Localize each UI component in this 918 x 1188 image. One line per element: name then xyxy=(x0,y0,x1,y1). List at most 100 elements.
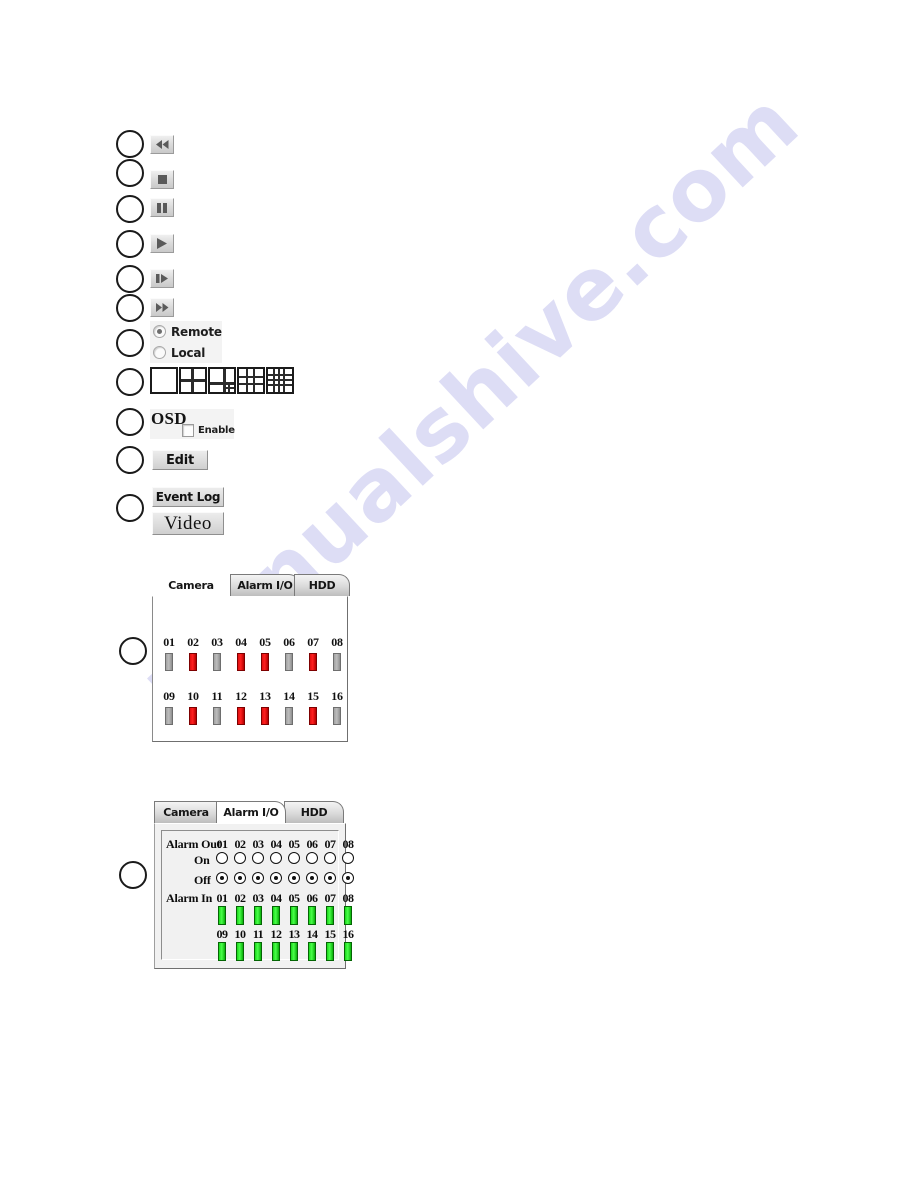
radio-local-icon[interactable] xyxy=(153,346,166,359)
alarm-out-off-radio-02[interactable] xyxy=(234,872,246,884)
alarm-in-bar-14 xyxy=(308,942,316,961)
alarm-out-channel-08: 08 xyxy=(342,837,355,851)
camera-channel-number: 08 xyxy=(331,635,343,649)
camera-channel-15[interactable]: 15 xyxy=(301,689,325,725)
split-1-icon[interactable] xyxy=(150,367,178,394)
stop-button[interactable] xyxy=(150,170,174,189)
camera-channel-number: 01 xyxy=(163,635,175,649)
camera-channel-16[interactable]: 16 xyxy=(325,689,349,725)
osd-group: OSD Enable xyxy=(150,409,235,439)
alarm-in-bar-cell xyxy=(285,942,303,961)
camera-channel-03[interactable]: 03 xyxy=(205,635,229,671)
split-4-icon[interactable] xyxy=(179,367,207,394)
alarm-in-channel-05: 05 xyxy=(288,891,301,905)
alarm-panel-tabstrip: Camera Alarm I/O HDD xyxy=(154,801,346,823)
camera-channel-07[interactable]: 07 xyxy=(301,635,325,671)
alarm-in-bar-cell xyxy=(303,942,321,961)
step-forward-button[interactable] xyxy=(150,269,174,288)
split-6-icon[interactable] xyxy=(208,367,236,394)
tab-alarm-io-2[interactable]: Alarm I/O xyxy=(216,801,286,823)
tab-camera-2[interactable]: Camera xyxy=(154,801,218,823)
camera-channel-08[interactable]: 08 xyxy=(325,635,349,671)
tab-hdd[interactable]: HDD xyxy=(294,574,350,596)
camera-channel-number: 11 xyxy=(211,689,223,703)
callout-step xyxy=(116,265,144,293)
split-16-icon[interactable] xyxy=(266,367,294,394)
alarm-out-off-radio-01[interactable] xyxy=(216,872,228,884)
camera-status-bar xyxy=(237,653,245,671)
alarm-out-on-radio-01[interactable] xyxy=(216,852,228,864)
alarm-in-bar-cell xyxy=(321,906,339,925)
pause-button[interactable] xyxy=(150,198,174,217)
alarm-in-bar-16 xyxy=(344,942,352,961)
alarm-out-on-radio-06[interactable] xyxy=(306,852,318,864)
alarm-in-bar-cell xyxy=(267,942,285,961)
camera-channel-number: 14 xyxy=(283,689,295,703)
camera-channel-06[interactable]: 06 xyxy=(277,635,301,671)
rewind-button[interactable] xyxy=(150,135,174,154)
alarm-out-off-radio-07[interactable] xyxy=(324,872,336,884)
alarm-in-bar-10 xyxy=(236,942,244,961)
alarm-in-channel-11: 11 xyxy=(252,927,264,941)
camera-panel-body: 01 02 03 04 05 06 07 08 09 10 11 12 13 14 15 16 xyxy=(152,596,348,742)
alarm-in-channel-10: 10 xyxy=(234,927,247,941)
fast-forward-button[interactable] xyxy=(150,298,174,317)
source-option-local[interactable]: Local xyxy=(150,342,222,363)
alarm-out-off-cell xyxy=(213,872,231,884)
osd-enable-checkbox[interactable] xyxy=(182,424,194,437)
alarm-out-channel-numbers: 01 02 03 04 05 06 07 08 xyxy=(213,837,357,852)
alarm-out-channel-02: 02 xyxy=(234,837,247,851)
camera-channel-04[interactable]: 04 xyxy=(229,635,253,671)
alarm-in-bar-cell xyxy=(249,942,267,961)
alarm-out-on-radio-03[interactable] xyxy=(252,852,264,864)
camera-status-bar xyxy=(261,653,269,671)
camera-channel-05[interactable]: 05 xyxy=(253,635,277,671)
tab-alarm-io[interactable]: Alarm I/O xyxy=(230,574,300,596)
camera-channel-09[interactable]: 09 xyxy=(157,689,181,725)
camera-panel-tabstrip: Camera Alarm I/O HDD xyxy=(152,574,350,596)
alarm-out-off-radio-05[interactable] xyxy=(288,872,300,884)
camera-status-bar xyxy=(213,653,221,671)
tab-hdd-2[interactable]: HDD xyxy=(284,801,344,823)
edit-button[interactable]: Edit xyxy=(152,450,208,470)
camera-status-bar xyxy=(165,707,173,725)
alarm-out-on-cell xyxy=(303,852,321,864)
alarm-out-on-radio-05[interactable] xyxy=(288,852,300,864)
alarm-out-on-radio-02[interactable] xyxy=(234,852,246,864)
alarm-out-off-radio-06[interactable] xyxy=(306,872,318,884)
alarm-out-off-radio-03[interactable] xyxy=(252,872,264,884)
alarm-out-off-radio-08[interactable] xyxy=(342,872,354,884)
alarm-out-channel-07: 07 xyxy=(324,837,337,851)
camera-channel-12[interactable]: 12 xyxy=(229,689,253,725)
camera-channel-01[interactable]: 01 xyxy=(157,635,181,671)
alarm-out-off-cell xyxy=(321,872,339,884)
camera-channel-number: 04 xyxy=(235,635,247,649)
video-button[interactable]: Video xyxy=(152,512,224,535)
tab-camera[interactable]: Camera xyxy=(152,574,230,596)
camera-channel-14[interactable]: 14 xyxy=(277,689,301,725)
camera-channel-11[interactable]: 11 xyxy=(205,689,229,725)
camera-status-bar xyxy=(309,707,317,725)
alarm-in-channel-04: 04 xyxy=(270,891,283,905)
event-log-button[interactable]: Event Log xyxy=(152,487,224,507)
camera-channel-13[interactable]: 13 xyxy=(253,689,277,725)
alarm-out-on-radio-07[interactable] xyxy=(324,852,336,864)
alarm-out-off-cell xyxy=(231,872,249,884)
alarm-in-bar-cell xyxy=(231,906,249,925)
camera-channel-02[interactable]: 02 xyxy=(181,635,205,671)
radio-remote-icon[interactable] xyxy=(153,325,166,338)
split-9-icon[interactable] xyxy=(237,367,265,394)
source-option-remote[interactable]: Remote xyxy=(150,321,222,342)
camera-channel-10[interactable]: 10 xyxy=(181,689,205,725)
alarm-in-bar-09 xyxy=(218,942,226,961)
play-button[interactable] xyxy=(150,234,174,253)
tab-hdd-2-label: HDD xyxy=(300,805,328,819)
alarm-in-bar-cell xyxy=(249,906,267,925)
alarm-out-on-radio-08[interactable] xyxy=(342,852,354,864)
alarm-out-on-radio-04[interactable] xyxy=(270,852,282,864)
alarm-out-on-cell xyxy=(249,852,267,864)
alarm-out-off-radio-04[interactable] xyxy=(270,872,282,884)
alarm-in-bar-05 xyxy=(290,906,298,925)
alarm-in-bar-cell xyxy=(321,942,339,961)
play-icon xyxy=(157,238,167,249)
